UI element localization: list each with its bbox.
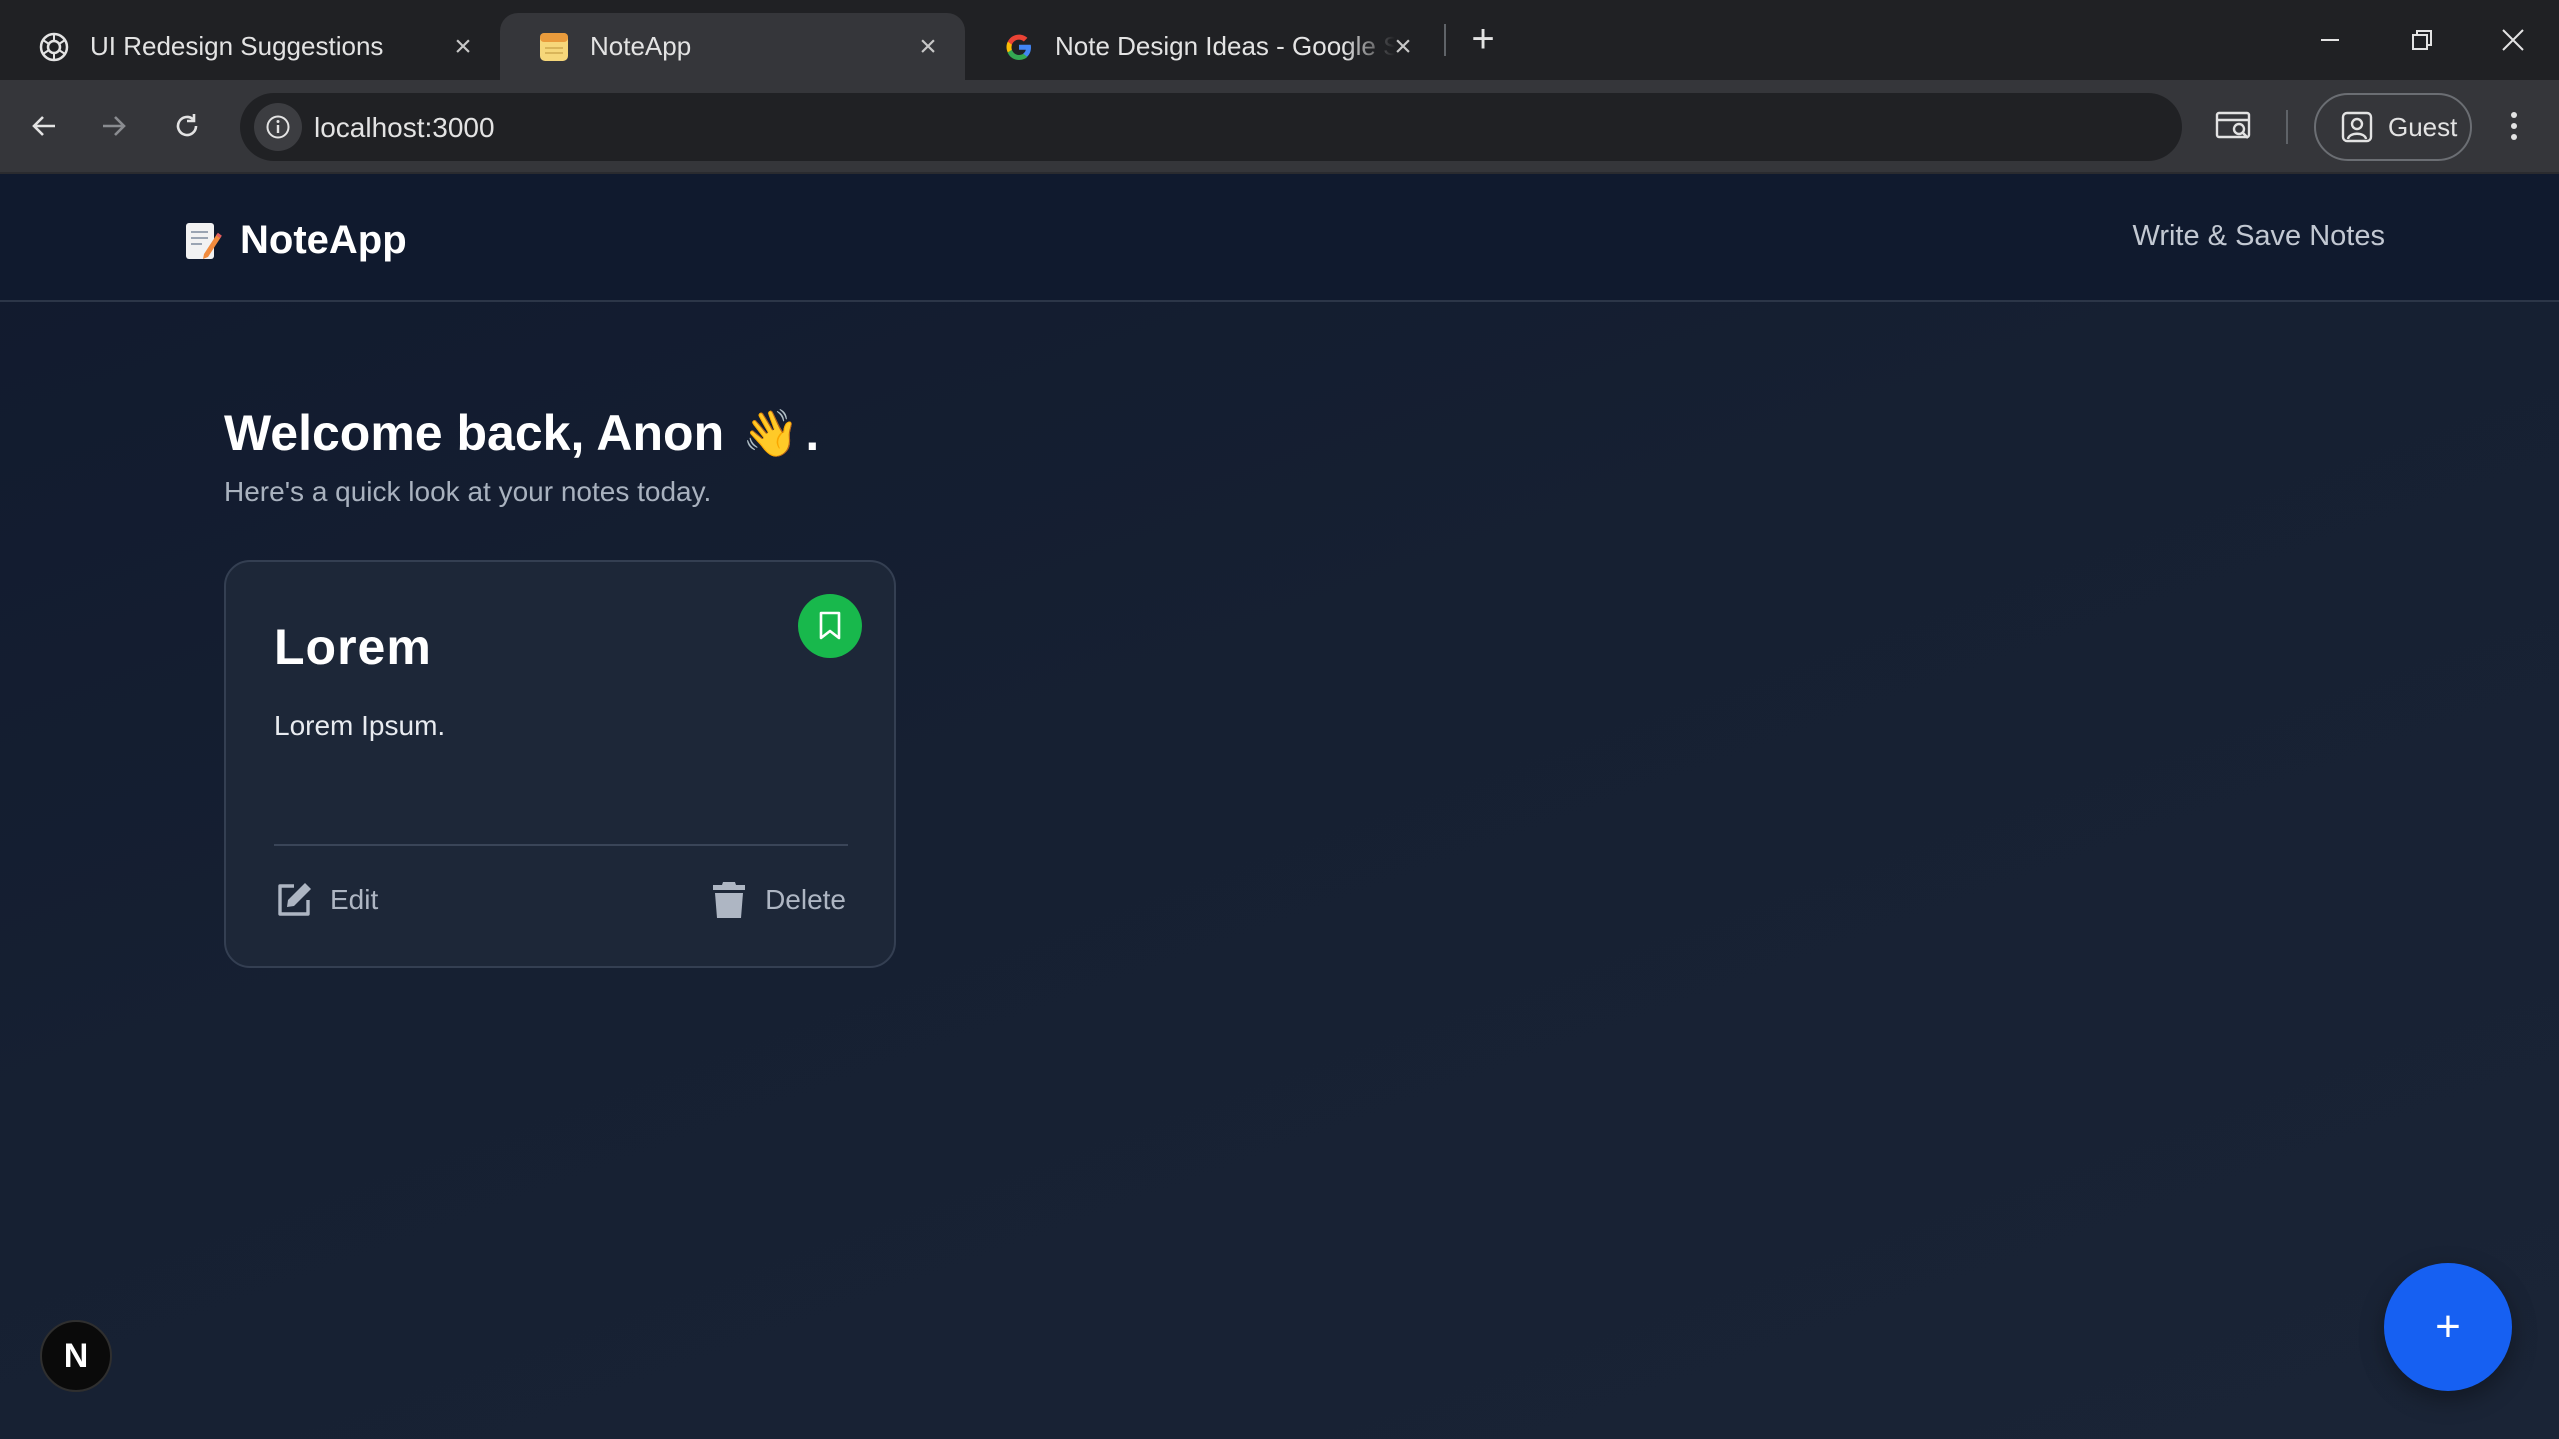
app-header: NoteApp Write & Save Notes: [0, 174, 2559, 302]
bookmark-icon: [819, 611, 841, 640]
reload-icon[interactable]: [163, 102, 211, 150]
restore-icon[interactable]: [2392, 12, 2452, 68]
browser-tab[interactable]: UI Redesign Suggestions ×: [0, 13, 500, 80]
address-bar[interactable]: localhost:3000: [240, 93, 2182, 161]
welcome-subtitle: Here's a quick look at your notes today.: [224, 476, 712, 507]
profile-button[interactable]: Guest: [2314, 93, 2472, 161]
site-info-icon[interactable]: [254, 103, 302, 151]
edit-pencil-icon: [274, 880, 314, 920]
tab-title: NoteApp: [590, 31, 692, 61]
browser-tab[interactable]: Note Design Ideas - Google Search ×: [965, 13, 1440, 80]
minimize-icon[interactable]: [2300, 12, 2360, 68]
lens-search-icon[interactable]: [2210, 102, 2258, 150]
browser-menu-icon[interactable]: [2490, 102, 2538, 150]
close-tab-icon[interactable]: ×: [448, 32, 478, 62]
edit-label: Edit: [330, 884, 379, 915]
browser-toolbar: localhost:3000 Guest: [0, 80, 2559, 174]
note-title: Lorem: [274, 619, 432, 675]
notepad-favicon-icon: [538, 31, 570, 63]
note-divider: [274, 844, 848, 846]
toolbar-divider: [2286, 110, 2288, 144]
nextjs-dev-indicator[interactable]: N: [40, 1320, 112, 1392]
note-card[interactable]: Lorem Lorem Ipsum. Edit Delete: [224, 560, 896, 968]
brand-name: NoteApp: [240, 218, 407, 262]
waving-hand-icon: 👋: [742, 406, 800, 459]
profile-label: Guest: [2388, 111, 2458, 142]
welcome-heading: Welcome back, Anon 👋 .: [224, 404, 819, 462]
browser-tab-strip: UI Redesign Suggestions × NoteApp × Note…: [0, 0, 2559, 80]
browser-tab-active[interactable]: NoteApp ×: [500, 13, 965, 80]
delete-label: Delete: [765, 884, 846, 915]
close-tab-icon[interactable]: ×: [1388, 32, 1418, 62]
google-g-icon: [1003, 31, 1035, 63]
welcome-punctuation: .: [805, 405, 820, 461]
back-arrow-icon[interactable]: [20, 102, 68, 150]
new-tab-plus-icon[interactable]: +: [1462, 18, 1504, 60]
openai-logo-icon: [38, 31, 70, 63]
window-close-icon[interactable]: [2483, 12, 2543, 68]
guest-profile-icon: [2340, 110, 2374, 144]
brand-logo[interactable]: NoteApp: [184, 218, 407, 263]
tab-divider: [1444, 24, 1446, 56]
tab-title: Note Design Ideas - Google Search: [1055, 31, 1395, 61]
add-note-fab[interactable]: +: [2384, 1263, 2512, 1391]
close-tab-icon[interactable]: ×: [913, 32, 943, 62]
edit-button[interactable]: Edit: [274, 880, 378, 920]
note-body: Lorem Ipsum.: [274, 710, 446, 741]
app-viewport: NoteApp Write & Save Notes Welcome back,…: [0, 174, 2559, 1439]
delete-button[interactable]: Delete: [709, 880, 846, 920]
trash-icon: [709, 880, 749, 920]
header-tagline-link[interactable]: Write & Save Notes: [2132, 220, 2385, 253]
bookmark-button[interactable]: [798, 594, 862, 658]
memo-notepad-icon: [184, 220, 222, 262]
forward-arrow-icon[interactable]: [90, 102, 138, 150]
welcome-text: Welcome back, Anon: [224, 405, 725, 461]
url-text: localhost:3000: [314, 112, 495, 143]
tab-title: UI Redesign Suggestions: [90, 31, 384, 61]
